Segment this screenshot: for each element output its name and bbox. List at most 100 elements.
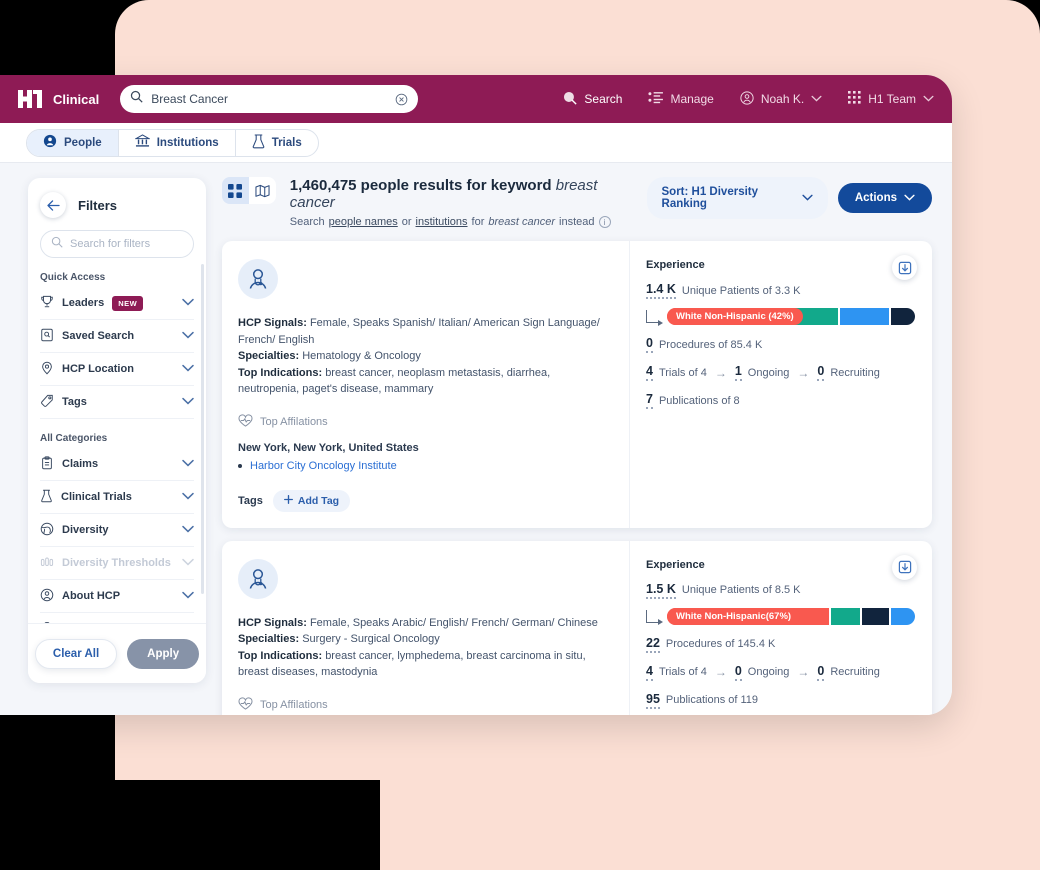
nav-search[interactable]: Search [563, 91, 622, 108]
specialties-value: Surgery - Surgical Oncology [302, 633, 440, 645]
download-icon[interactable] [892, 554, 917, 580]
search-input[interactable] [151, 92, 388, 106]
procedures-value[interactable]: 0 [646, 336, 653, 353]
subtitle-or: or [401, 216, 412, 228]
specialties-row: Specialties: Surgery - Surgical Oncology [238, 631, 611, 648]
ongoing-value[interactable]: 0 [734, 664, 742, 681]
indications-label: Top Indications: [238, 649, 323, 662]
person-icon [43, 134, 57, 151]
search-icon [563, 91, 578, 108]
metric-publications: 95 Publications of 119 [646, 692, 916, 709]
affiliations-label: Top Affilations [260, 415, 328, 428]
chevron-down-icon[interactable] [182, 459, 194, 470]
entity-tabs-bar: People Institutions Trials [0, 123, 952, 163]
filters-title: Filters [78, 197, 118, 213]
chevron-down-icon[interactable] [182, 525, 194, 536]
actions-label: Actions [854, 192, 897, 204]
filter-hcp-location[interactable]: HCP Location [40, 353, 194, 386]
trials-value[interactable]: 4 [646, 664, 653, 681]
back-button[interactable] [40, 192, 66, 218]
result-card[interactable]: HCP Signals: Female, Speaks Arabic/ Engl… [222, 540, 932, 715]
card-left-panel: HCP Signals: Female, Speaks Spanish/ Ita… [222, 241, 630, 528]
nav-search-label: Search [584, 92, 623, 106]
filter-search-box[interactable] [40, 230, 206, 258]
nav-team[interactable]: H1 Team [848, 91, 934, 107]
filter-about-hcp[interactable]: About HCP [40, 580, 194, 613]
recruiting-label: Recruiting [830, 666, 880, 678]
tab-trials[interactable]: Trials [236, 130, 318, 156]
filters-header: Filters [28, 178, 206, 226]
brand: Clinical [18, 90, 99, 108]
filter-diversity-label: Diversity [62, 524, 109, 536]
filter-hcp-location-label: HCP Location [62, 363, 134, 375]
results-title-block: 1,460,475 people results for keyword bre… [290, 177, 633, 228]
result-card[interactable]: HCP Signals: Female, Speaks Spanish/ Ita… [222, 241, 932, 528]
info-icon[interactable]: i [598, 216, 611, 228]
results-header-actions: Sort: H1 Diversity Ranking Actions [646, 177, 932, 219]
indications-label: Top Indications: [238, 366, 323, 379]
filter-about-hcp-label: About HCP [62, 590, 121, 602]
unique-patients-value[interactable]: 1.4 K [646, 282, 676, 299]
chevron-down-icon[interactable] [182, 331, 194, 342]
procedures-value[interactable]: 22 [646, 636, 660, 653]
affiliation-institution[interactable]: Harbor City Oncology Institute [238, 460, 611, 472]
link-people-names[interactable]: people names [329, 216, 398, 228]
recruiting-value[interactable]: 0 [817, 664, 825, 681]
diversity-segment[interactable] [862, 607, 889, 625]
sidebar-scrollbar[interactable] [201, 264, 204, 594]
publications-label: Publications of 8 [658, 394, 740, 407]
clear-search-icon[interactable] [395, 93, 408, 106]
publications-value[interactable]: 7 [646, 392, 653, 409]
tab-people[interactable]: People [27, 129, 119, 156]
filter-clinical-trials[interactable]: Clinical Trials [40, 481, 194, 514]
chevron-down-icon[interactable] [182, 298, 194, 309]
h1-logo-icon [18, 90, 44, 108]
chevron-down-icon[interactable] [182, 591, 194, 602]
new-badge: NEW [112, 295, 144, 311]
clear-all-button[interactable]: Clear All [34, 638, 118, 669]
recruiting-value[interactable]: 0 [817, 364, 825, 381]
arrow-right-icon: → [797, 365, 810, 380]
add-tag-button[interactable]: Add Tag [272, 489, 351, 512]
link-institutions[interactable]: institutions [416, 216, 468, 228]
trials-label: Trials of 4 [658, 666, 707, 678]
filter-diversity[interactable]: Diversity [40, 514, 194, 547]
diversity-segment[interactable] [840, 308, 889, 325]
filters-scroll-area[interactable]: Quick Access Leaders NEW Saved Search HC… [28, 258, 206, 640]
filter-leaders[interactable]: Leaders NEW [40, 287, 194, 320]
filter-tags[interactable]: Tags [40, 386, 194, 419]
publications-value[interactable]: 95 [646, 692, 660, 709]
search-icon [51, 235, 63, 253]
global-search-box[interactable] [120, 85, 419, 113]
diversity-segment[interactable] [890, 308, 915, 325]
tab-institutions[interactable]: Institutions [119, 129, 236, 156]
unique-patients-value[interactable]: 1.5 K [646, 582, 676, 599]
map-view-icon[interactable] [248, 177, 276, 204]
chevron-down-icon[interactable] [182, 397, 194, 408]
chevron-down-icon[interactable] [182, 364, 194, 375]
sort-dropdown[interactable]: Sort: H1 Diversity Ranking [646, 177, 828, 219]
filter-search-input[interactable] [70, 238, 206, 250]
all-categories-label: All Categories [40, 433, 108, 444]
elbow-arrow-icon [646, 310, 663, 326]
filter-saved-search[interactable]: Saved Search [40, 320, 194, 353]
chevron-down-icon[interactable] [182, 492, 194, 503]
nav-user[interactable]: Noah K. [740, 90, 822, 108]
ongoing-value[interactable]: 1 [734, 364, 742, 381]
trophy-icon [40, 295, 54, 312]
flask-icon [252, 133, 265, 152]
trials-value[interactable]: 4 [646, 364, 653, 381]
actions-dropdown[interactable]: Actions [837, 183, 932, 213]
diversity-segment[interactable] [831, 607, 861, 625]
diversity-segment[interactable] [890, 607, 915, 625]
chevron-down-icon[interactable] [923, 94, 934, 104]
download-icon[interactable] [892, 255, 917, 280]
filter-diversity-thresholds: Diversity Thresholds [40, 547, 194, 580]
chevron-down-icon[interactable] [811, 94, 822, 104]
nav-manage[interactable]: Manage [648, 91, 714, 107]
globe-icon [40, 522, 54, 539]
filter-claims[interactable]: Claims [40, 448, 194, 481]
procedures-label: Procedures of 145.4 K [665, 638, 776, 650]
grid-view-icon[interactable] [222, 177, 249, 204]
apply-button[interactable]: Apply [127, 638, 200, 669]
